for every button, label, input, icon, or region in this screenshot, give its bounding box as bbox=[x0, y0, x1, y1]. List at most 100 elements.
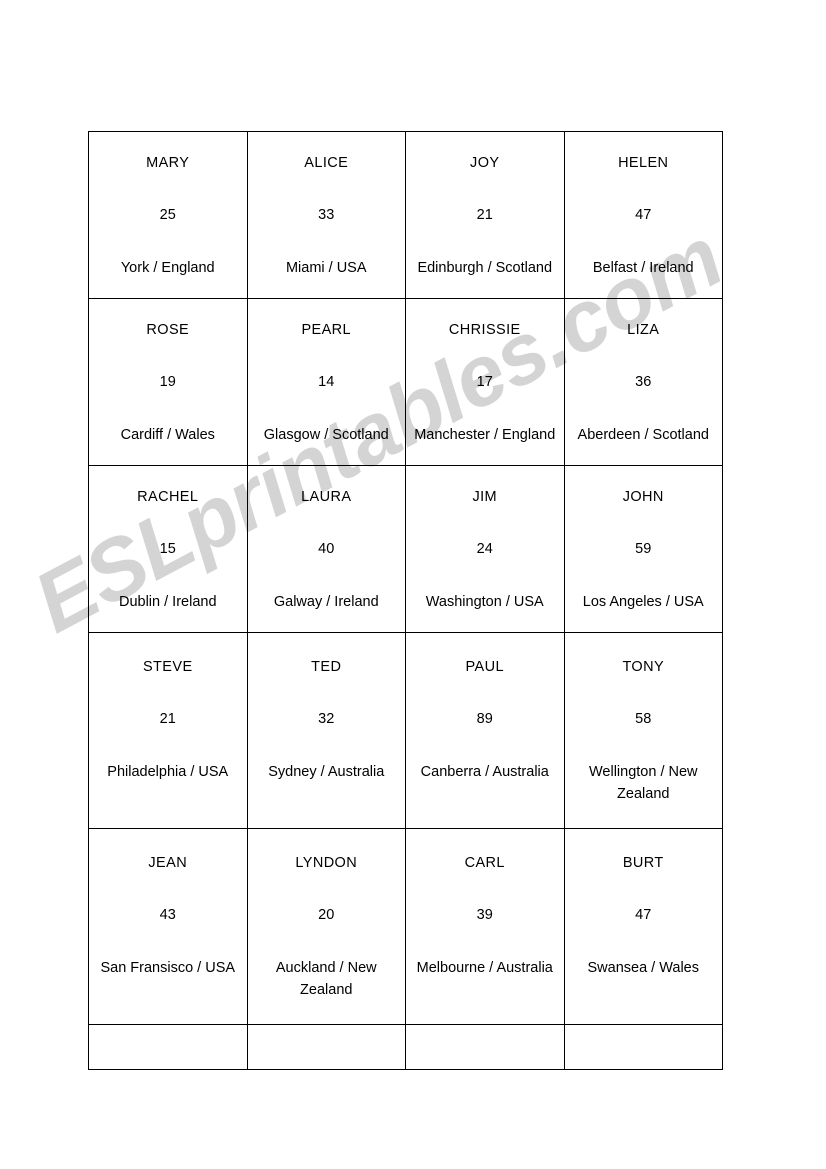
card-content: ALICE 33 Miami / USA bbox=[248, 132, 406, 298]
table-row: JEAN 43 San Fransisco / USA LYNDON 20 Au… bbox=[88, 827, 723, 1025]
card-content: JIM 24 Washington / USA bbox=[406, 466, 564, 632]
card-content: PAUL 89 Canberra / Australia bbox=[406, 633, 564, 806]
card-cell[interactable]: HELEN 47 Belfast / Ireland bbox=[563, 131, 723, 299]
card-place: Belfast / Ireland bbox=[592, 260, 694, 277]
card-place: Sydney / Australia bbox=[268, 764, 385, 781]
card-age: 39 bbox=[476, 906, 493, 923]
card-content: CHRISSIE 17 Manchester / England bbox=[406, 299, 564, 465]
card-place: York / England bbox=[120, 260, 215, 277]
card-cell-empty[interactable] bbox=[246, 1023, 406, 1070]
card-cell[interactable]: JEAN 43 San Fransisco / USA bbox=[88, 827, 248, 1025]
card-age: 17 bbox=[476, 374, 493, 391]
card-age: 40 bbox=[318, 541, 335, 558]
card-cell-empty[interactable] bbox=[88, 1023, 248, 1070]
card-cell[interactable]: PEARL 14 Glasgow / Scotland bbox=[246, 298, 406, 466]
card-cell[interactable]: STEVE 21 Philadelphia / USA bbox=[88, 632, 248, 829]
card-cell[interactable]: LIZA 36 Aberdeen / Scotland bbox=[563, 298, 723, 466]
card-name: MARY bbox=[146, 155, 190, 171]
card-name: BURT bbox=[622, 854, 664, 871]
card-name: JEAN bbox=[148, 854, 188, 871]
card-place: Wellington / New Zealand bbox=[588, 764, 698, 802]
card-content: JOY 21 Edinburgh / Scotland bbox=[406, 132, 564, 298]
card-age: 21 bbox=[159, 711, 176, 728]
card-place: Miami / USA bbox=[285, 260, 367, 277]
card-cell[interactable]: LYNDON 20 Auckland / New Zealand bbox=[246, 827, 406, 1025]
card-place: Swansea / Wales bbox=[587, 960, 699, 976]
card-content: JOHN 59 Los Angeles / USA bbox=[565, 466, 723, 632]
card-content: MARY 25 York / England bbox=[89, 132, 247, 298]
card-place: Galway / Ireland bbox=[273, 594, 379, 611]
card-place: Melbourne / Australia bbox=[416, 960, 553, 976]
card-name: LAURA bbox=[301, 489, 352, 505]
card-content: RACHEL 15 Dublin / Ireland bbox=[89, 466, 247, 632]
card-name: HELEN bbox=[618, 155, 669, 171]
card-content: TED 32 Sydney / Australia bbox=[248, 633, 406, 806]
card-name: LIZA bbox=[627, 322, 660, 338]
card-content-empty bbox=[565, 1025, 723, 1069]
card-cell[interactable]: MARY 25 York / England bbox=[88, 131, 248, 299]
card-cell[interactable]: BURT 47 Swansea / Wales bbox=[563, 827, 723, 1025]
card-name: RACHEL bbox=[137, 489, 199, 505]
card-cell[interactable]: CHRISSIE 17 Manchester / England bbox=[405, 298, 565, 466]
card-content-empty bbox=[248, 1025, 406, 1069]
card-place: Edinburgh / Scotland bbox=[417, 260, 553, 277]
card-age: 15 bbox=[159, 541, 176, 558]
table-row: RACHEL 15 Dublin / Ireland LAURA 40 Galw… bbox=[88, 465, 723, 633]
card-cell[interactable]: TONY 58 Wellington / New Zealand bbox=[563, 632, 723, 829]
card-age: 36 bbox=[635, 374, 652, 391]
card-age: 24 bbox=[476, 541, 493, 558]
card-cell[interactable]: PAUL 89 Canberra / Australia bbox=[405, 632, 565, 829]
card-cell[interactable]: ALICE 33 Miami / USA bbox=[246, 131, 406, 299]
table-row: ROSE 19 Cardiff / Wales PEARL 14 Glasgow… bbox=[88, 298, 723, 466]
card-age: 47 bbox=[635, 207, 652, 224]
card-content: PEARL 14 Glasgow / Scotland bbox=[248, 299, 406, 465]
card-content: LAURA 40 Galway / Ireland bbox=[248, 466, 406, 632]
card-place: Los Angeles / USA bbox=[582, 594, 704, 611]
card-cell[interactable]: TED 32 Sydney / Australia bbox=[246, 632, 406, 829]
card-place: Washington / USA bbox=[425, 594, 544, 611]
card-name: LYNDON bbox=[295, 854, 358, 871]
card-place: Canberra / Australia bbox=[420, 764, 549, 781]
table-row: MARY 25 York / England ALICE 33 Miami / … bbox=[88, 131, 723, 299]
card-content: ROSE 19 Cardiff / Wales bbox=[89, 299, 247, 465]
card-cell-empty[interactable] bbox=[405, 1023, 565, 1070]
card-name: TONY bbox=[622, 659, 665, 675]
card-age: 14 bbox=[318, 374, 335, 391]
card-age: 59 bbox=[635, 541, 652, 558]
card-name: TED bbox=[311, 659, 342, 675]
card-content: HELEN 47 Belfast / Ireland bbox=[565, 132, 723, 298]
card-name: JOY bbox=[470, 155, 500, 171]
identity-cards-table: MARY 25 York / England ALICE 33 Miami / … bbox=[88, 131, 723, 1070]
card-age: 25 bbox=[159, 207, 176, 224]
card-age: 19 bbox=[159, 374, 176, 391]
card-content: TONY 58 Wellington / New Zealand bbox=[565, 633, 723, 828]
card-cell[interactable]: CARL 39 Melbourne / Australia bbox=[405, 827, 565, 1025]
card-content: JEAN 43 San Fransisco / USA bbox=[89, 829, 247, 1002]
card-age: 33 bbox=[318, 207, 335, 224]
card-cell[interactable]: RACHEL 15 Dublin / Ireland bbox=[88, 465, 248, 633]
card-name: PEARL bbox=[301, 322, 352, 338]
card-content: STEVE 21 Philadelphia / USA bbox=[89, 633, 247, 806]
card-name: CHRISSIE bbox=[448, 322, 521, 338]
table-row-empty bbox=[88, 1023, 723, 1070]
card-content-empty bbox=[406, 1025, 564, 1069]
card-cell[interactable]: JOHN 59 Los Angeles / USA bbox=[563, 465, 723, 633]
card-cell[interactable]: JIM 24 Washington / USA bbox=[405, 465, 565, 633]
card-place: Philadelphia / USA bbox=[107, 764, 229, 781]
card-age: 58 bbox=[635, 711, 652, 728]
table-row: STEVE 21 Philadelphia / USA TED 32 Sydne… bbox=[88, 632, 723, 829]
card-cell-empty[interactable] bbox=[563, 1023, 723, 1070]
card-content: BURT 47 Swansea / Wales bbox=[565, 829, 723, 1002]
card-name: ALICE bbox=[304, 155, 349, 171]
card-place: Cardiff / Wales bbox=[120, 427, 215, 444]
card-age: 89 bbox=[476, 711, 493, 728]
card-cell[interactable]: JOY 21 Edinburgh / Scotland bbox=[405, 131, 565, 299]
card-name: ROSE bbox=[146, 322, 190, 338]
card-age: 47 bbox=[635, 906, 652, 923]
card-cell[interactable]: ROSE 19 Cardiff / Wales bbox=[88, 298, 248, 466]
card-cell[interactable]: LAURA 40 Galway / Ireland bbox=[246, 465, 406, 633]
card-place: Glasgow / Scotland bbox=[263, 427, 389, 444]
card-place: Manchester / England bbox=[414, 427, 556, 444]
card-place: Auckland / New Zealand bbox=[275, 960, 377, 998]
card-name: STEVE bbox=[142, 659, 193, 675]
